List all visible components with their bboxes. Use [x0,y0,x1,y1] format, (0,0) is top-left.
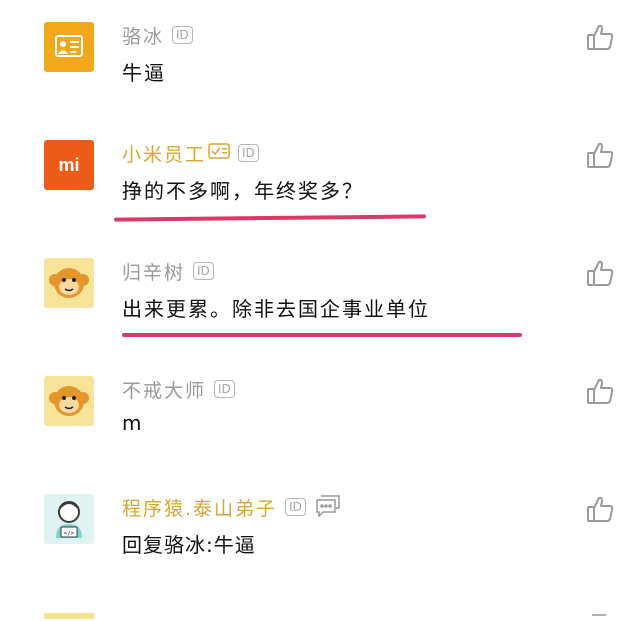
comment-item: 归辛树 ID 出来更累。除非去国企事业单位 [0,236,640,354]
user-name[interactable]: 小米员工 [122,140,206,167]
id-badge: ID [285,498,306,516]
name-row: 程序猿.泰山弟子 ID [122,494,342,520]
coder-avatar-icon[interactable]: </> [44,494,94,544]
mi-logo-icon[interactable]: mi [44,140,94,190]
comment-item: </> 程序猿.泰山弟子 ID 回复骆冰:牛逼 [0,472,640,590]
highlight-underline [113,214,427,222]
comment-text: 挣的不多啊，年终奖多？ [122,179,364,203]
chat-bubble-icon[interactable] [314,493,342,521]
monkey-avatar-icon[interactable] [44,258,94,308]
comment-item: 骆冰 ID 牛逼 [0,0,640,118]
id-card-avatar-icon[interactable] [44,22,94,72]
user-name[interactable]: 程序猿.泰山弟子 [122,494,277,521]
comment-item: mi 小米员工 ID 挣的不多啊，年终奖多？ [0,118,640,236]
user-name[interactable]: 骆冰 [122,22,164,49]
next-comment-avatar-partial [44,613,94,619]
comment-item: 不戒大师 ID m [0,354,640,472]
comment-text: 出来更累。除非去国企事业单位 [122,297,430,321]
name-row: 骆冰 ID [122,22,193,48]
name-row: 归辛树 ID [122,258,214,284]
comment-text: m [122,411,143,435]
comment-text: 牛逼 [122,61,166,85]
user-name[interactable]: 归辛树 [122,258,185,285]
id-badge: ID [238,144,259,162]
thumbs-up-icon[interactable] [585,258,615,288]
highlight-underline [122,333,522,337]
mi-logo-text: mi [58,154,80,175]
id-badge: ID [214,380,235,398]
comment-text: 回复骆冰:牛逼 [122,533,256,557]
name-row: 不戒大师 ID [122,376,235,402]
thumbs-up-icon[interactable] [585,140,615,170]
thumbs-up-icon[interactable] [585,494,615,524]
id-badge: ID [172,26,193,44]
thumbs-up-icon[interactable] [585,376,615,406]
id-badge: ID [193,262,214,280]
user-name[interactable]: 不戒大师 [122,376,206,403]
thumbs-up-icon[interactable] [585,22,615,52]
next-comment-like-partial [592,614,606,621]
verified-badge-icon [208,143,230,163]
name-row: 小米员工 ID [122,140,259,166]
monkey-avatar-icon[interactable] [44,376,94,426]
svg-text:</>: </> [64,530,75,537]
